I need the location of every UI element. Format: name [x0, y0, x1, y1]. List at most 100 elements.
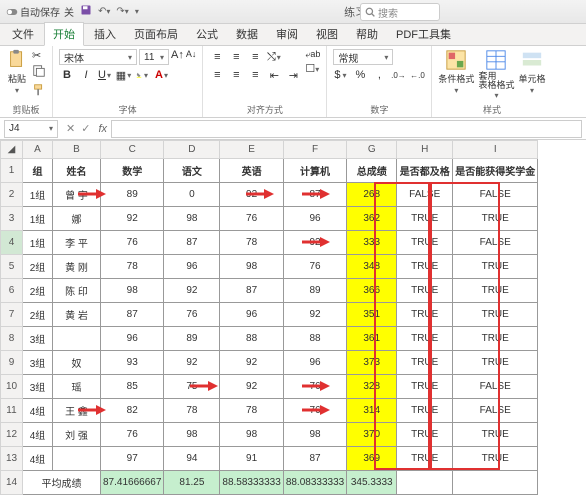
avg-cell[interactable]: 88.08333333: [283, 471, 346, 495]
cell[interactable]: 黄 岩: [53, 303, 101, 327]
avg-cell[interactable]: 81.25: [164, 471, 220, 495]
cell[interactable]: 1组: [23, 183, 53, 207]
tab-审阅[interactable]: 审阅: [268, 23, 306, 45]
border-icon[interactable]: ▦▾: [116, 67, 132, 83]
enter-formula-icon[interactable]: ✓: [81, 122, 90, 135]
cell[interactable]: 3组: [23, 375, 53, 399]
cancel-formula-icon[interactable]: ✕: [66, 122, 75, 135]
format-painter-icon[interactable]: [32, 83, 46, 100]
cell[interactable]: 王 鑫: [53, 399, 101, 423]
cell[interactable]: TRUE: [453, 279, 538, 303]
cell[interactable]: 李 平: [53, 231, 101, 255]
cell[interactable]: [53, 327, 101, 351]
cell[interactable]: FALSE: [453, 399, 538, 423]
col-header-F[interactable]: F: [283, 141, 346, 159]
cell[interactable]: 88: [220, 327, 283, 351]
header-cell[interactable]: 总成绩: [347, 159, 397, 183]
cell[interactable]: 87: [283, 447, 346, 471]
row-header-12[interactable]: 12: [1, 423, 23, 447]
cell[interactable]: TRUE: [453, 327, 538, 351]
increase-decimal-icon[interactable]: .0→: [390, 67, 406, 83]
align-middle-icon[interactable]: ≡: [228, 49, 244, 65]
avg-cell[interactable]: 87.41666667: [101, 471, 164, 495]
cell[interactable]: TRUE: [453, 447, 538, 471]
cell[interactable]: 78: [101, 255, 164, 279]
cell[interactable]: 陈 印: [53, 279, 101, 303]
row-header-13[interactable]: 13: [1, 447, 23, 471]
cell[interactable]: FALSE: [397, 183, 453, 207]
formula-bar[interactable]: [111, 120, 582, 138]
cell[interactable]: TRUE: [453, 351, 538, 375]
cell[interactable]: 89: [283, 279, 346, 303]
align-center-icon[interactable]: ≡: [228, 67, 244, 83]
cell[interactable]: 82: [101, 399, 164, 423]
cell[interactable]: TRUE: [453, 207, 538, 231]
cell[interactable]: 曾 宇: [53, 183, 101, 207]
cell[interactable]: 351: [347, 303, 397, 327]
italic-icon[interactable]: I: [78, 67, 94, 83]
header-cell[interactable]: 语文: [164, 159, 220, 183]
tab-公式[interactable]: 公式: [188, 23, 226, 45]
cell[interactable]: 76: [283, 399, 346, 423]
row-header-3[interactable]: 3: [1, 207, 23, 231]
wrap-text-button[interactable]: ⤶ab: [305, 49, 320, 60]
indent-decrease-icon[interactable]: ⇤: [266, 67, 282, 83]
cell[interactable]: 76: [283, 255, 346, 279]
row-header-6[interactable]: 6: [1, 279, 23, 303]
col-header-C[interactable]: C: [101, 141, 164, 159]
currency-icon[interactable]: $▾: [333, 67, 349, 83]
save-icon[interactable]: [80, 4, 92, 19]
cell[interactable]: 96: [164, 255, 220, 279]
cell[interactable]: 362: [347, 207, 397, 231]
cell[interactable]: 78: [220, 399, 283, 423]
cell-styles-button[interactable]: 单元格▾: [518, 49, 545, 95]
cell[interactable]: 92: [220, 183, 283, 207]
header-cell[interactable]: 英语: [220, 159, 283, 183]
cell[interactable]: 348: [347, 255, 397, 279]
select-all[interactable]: ◢: [1, 141, 23, 159]
tab-插入[interactable]: 插入: [86, 23, 124, 45]
col-header-B[interactable]: B: [53, 141, 101, 159]
cell[interactable]: 96: [101, 327, 164, 351]
cell[interactable]: FALSE: [453, 231, 538, 255]
cell[interactable]: 373: [347, 351, 397, 375]
cell[interactable]: 370: [347, 423, 397, 447]
cell[interactable]: 333: [347, 231, 397, 255]
header-cell[interactable]: 计算机: [283, 159, 346, 183]
cell[interactable]: 87: [101, 303, 164, 327]
align-right-icon[interactable]: ≡: [247, 67, 263, 83]
cell[interactable]: TRUE: [397, 327, 453, 351]
col-header-G[interactable]: G: [347, 141, 397, 159]
align-left-icon[interactable]: ≡: [209, 67, 225, 83]
number-format-select[interactable]: 常规▾: [333, 49, 393, 65]
align-bottom-icon[interactable]: ≡: [247, 49, 263, 65]
autosave-toggle[interactable]: 自动保存 关: [6, 4, 74, 19]
worksheet[interactable]: ◢ABCDEFGHI1组姓名数学语文英语计算机总成绩是否都及格是否能获得奖学金2…: [0, 140, 586, 500]
row-header-5[interactable]: 5: [1, 255, 23, 279]
row-header-11[interactable]: 11: [1, 399, 23, 423]
cell[interactable]: 4组: [23, 423, 53, 447]
tab-PDF工具集[interactable]: PDF工具集: [388, 23, 459, 45]
cell[interactable]: 黄 刚: [53, 255, 101, 279]
row-header-7[interactable]: 7: [1, 303, 23, 327]
cell[interactable]: 2组: [23, 279, 53, 303]
avg-label-cell[interactable]: 平均成绩: [23, 471, 101, 495]
cell[interactable]: 96: [283, 351, 346, 375]
cut-icon[interactable]: ✂: [32, 49, 46, 62]
cell[interactable]: 2组: [23, 255, 53, 279]
cell[interactable]: TRUE: [397, 279, 453, 303]
row-header-4[interactable]: 4: [1, 231, 23, 255]
decrease-decimal-icon[interactable]: ←.0: [409, 67, 425, 83]
undo-icon[interactable]: ↶▾: [98, 6, 110, 17]
cell[interactable]: 98: [164, 423, 220, 447]
cell[interactable]: 瑶: [53, 375, 101, 399]
avg-cell[interactable]: 88.58333333: [220, 471, 283, 495]
cell[interactable]: TRUE: [397, 231, 453, 255]
cell[interactable]: 2组: [23, 303, 53, 327]
header-cell[interactable]: 组: [23, 159, 53, 183]
font-color-icon[interactable]: A▾: [154, 67, 170, 83]
cell[interactable]: 76: [164, 303, 220, 327]
row-header-1[interactable]: 1: [1, 159, 23, 183]
cell[interactable]: 96: [220, 303, 283, 327]
cell[interactable]: TRUE: [397, 375, 453, 399]
